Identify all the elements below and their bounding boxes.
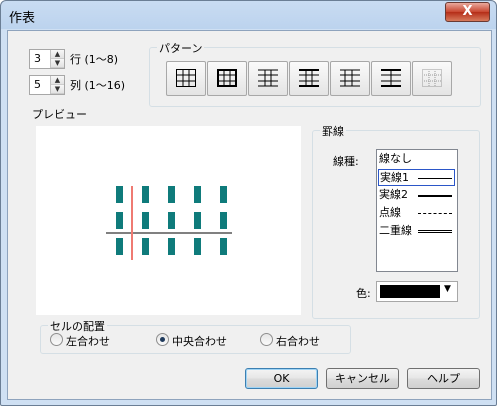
line-type-solid1[interactable]: 実線1 <box>378 169 455 186</box>
alignment-group: セルの配置 左合わせ 中央合わせ 右合わせ <box>40 318 351 354</box>
pattern-grid-bold-outer-button[interactable] <box>207 61 247 96</box>
solid-thin-sample <box>418 178 452 179</box>
line-type-double[interactable]: 二重線 <box>378 223 455 239</box>
align-center-label[interactable]: 中央合わせ <box>172 333 227 349</box>
line-type-listbox[interactable]: 線なし 実線1 実線2 点線 二重線 <box>376 149 458 272</box>
table-dialog: 作表 X 3 ▲ ▼ 行 (1〜8) 5 ▲ ▼ 列 (1〜16) パターン プ… <box>0 0 497 406</box>
preview-cell <box>116 212 123 229</box>
border-title: 罫線 <box>320 123 346 139</box>
grid-dotted-icon <box>422 69 442 87</box>
solid-bold-sample <box>418 195 452 197</box>
preview-cell <box>168 238 175 255</box>
preview-cell <box>168 186 175 203</box>
double-sample <box>418 230 452 233</box>
preview-area <box>36 126 301 315</box>
pattern-buttons <box>166 61 466 96</box>
preview-cell <box>194 212 201 229</box>
pattern-horizontal-center-button[interactable] <box>289 61 329 96</box>
preview-cell <box>116 238 123 255</box>
grid-all-icon <box>176 69 196 87</box>
ok-button[interactable]: OK <box>245 368 318 389</box>
line-type-label-0: 線なし <box>379 152 412 165</box>
dialog-body: 3 ▲ ▼ 行 (1〜8) 5 ▲ ▼ 列 (1〜16) パターン プレビュー … <box>7 30 492 400</box>
dotted-sample <box>418 213 452 214</box>
rows-down-button[interactable]: ▼ <box>51 59 64 68</box>
align-right-label[interactable]: 右合わせ <box>276 333 320 349</box>
preview-cell <box>116 186 123 203</box>
alignment-title: セルの配置 <box>48 318 107 334</box>
pattern-group: パターン <box>149 40 481 107</box>
grid-bold-outer-icon <box>217 69 237 87</box>
close-button[interactable]: X <box>445 2 490 22</box>
line-type-label-1: 実線1 <box>380 171 409 184</box>
pattern-grid-all-button[interactable] <box>166 61 206 96</box>
rows-spinner[interactable]: 3 ▲ ▼ <box>29 49 65 69</box>
line-type-solid2[interactable]: 実線2 <box>378 187 455 203</box>
preview-cell <box>142 186 149 203</box>
preview-cell <box>194 238 201 255</box>
preview-title: プレビュー <box>32 108 87 121</box>
align-center-radio[interactable] <box>156 333 169 346</box>
line-type-label-2: 実線2 <box>379 188 408 201</box>
cols-up-button[interactable]: ▲ <box>51 76 64 85</box>
line-type-none[interactable]: 線なし <box>378 151 455 167</box>
title-bar[interactable]: 作表 X <box>1 1 496 29</box>
color-select[interactable]: ▼ <box>376 281 458 302</box>
preview-cell <box>220 238 227 255</box>
horizontal-lines-icon <box>258 69 278 87</box>
line-type-label: 線種: <box>333 155 359 168</box>
preview-cell <box>220 186 227 203</box>
horizontal-center-icon <box>299 69 319 87</box>
window-title: 作表 <box>9 11 36 26</box>
rows-label: 行 (1〜8) <box>70 53 119 66</box>
cols-spinner[interactable]: 5 ▲ ▼ <box>29 75 65 95</box>
align-left-label[interactable]: 左合わせ <box>66 333 110 349</box>
align-right-radio[interactable] <box>260 333 273 346</box>
cols-value[interactable]: 5 <box>34 78 41 91</box>
line-type-label-4: 二重線 <box>379 224 412 237</box>
line-type-dotted[interactable]: 点線 <box>378 205 455 221</box>
pattern-grid-dotted-button[interactable] <box>412 61 452 96</box>
preview-cell <box>220 212 227 229</box>
pattern-horizontal-lines-button[interactable] <box>248 61 288 96</box>
preview-cell <box>142 238 149 255</box>
color-swatch <box>380 285 440 298</box>
horizontal-left-icon <box>340 69 360 87</box>
preview-cell <box>142 212 149 229</box>
pattern-horizontal-left-button[interactable] <box>330 61 370 96</box>
horizontal-bold-icon <box>381 69 401 87</box>
cols-label: 列 (1〜16) <box>70 79 126 92</box>
help-button[interactable]: ヘルプ <box>407 368 480 389</box>
cancel-button[interactable]: キャンセル <box>326 368 399 389</box>
rows-up-button[interactable]: ▲ <box>51 50 64 59</box>
align-left-radio[interactable] <box>50 333 63 346</box>
cols-down-button[interactable]: ▼ <box>51 85 64 94</box>
preview-cell <box>194 186 201 203</box>
preview-cell <box>168 212 175 229</box>
border-group: 罫線 線種: 線なし 実線1 実線2 点線 二重線 色: ▼ <box>312 123 480 319</box>
pattern-horizontal-bold-button[interactable] <box>371 61 411 96</box>
rows-value[interactable]: 3 <box>34 52 41 65</box>
pattern-title: パターン <box>157 40 205 56</box>
line-type-label-3: 点線 <box>379 206 401 219</box>
chevron-down-icon[interactable]: ▼ <box>444 284 451 294</box>
preview-canvas <box>106 186 232 260</box>
color-label: 色: <box>356 287 371 300</box>
